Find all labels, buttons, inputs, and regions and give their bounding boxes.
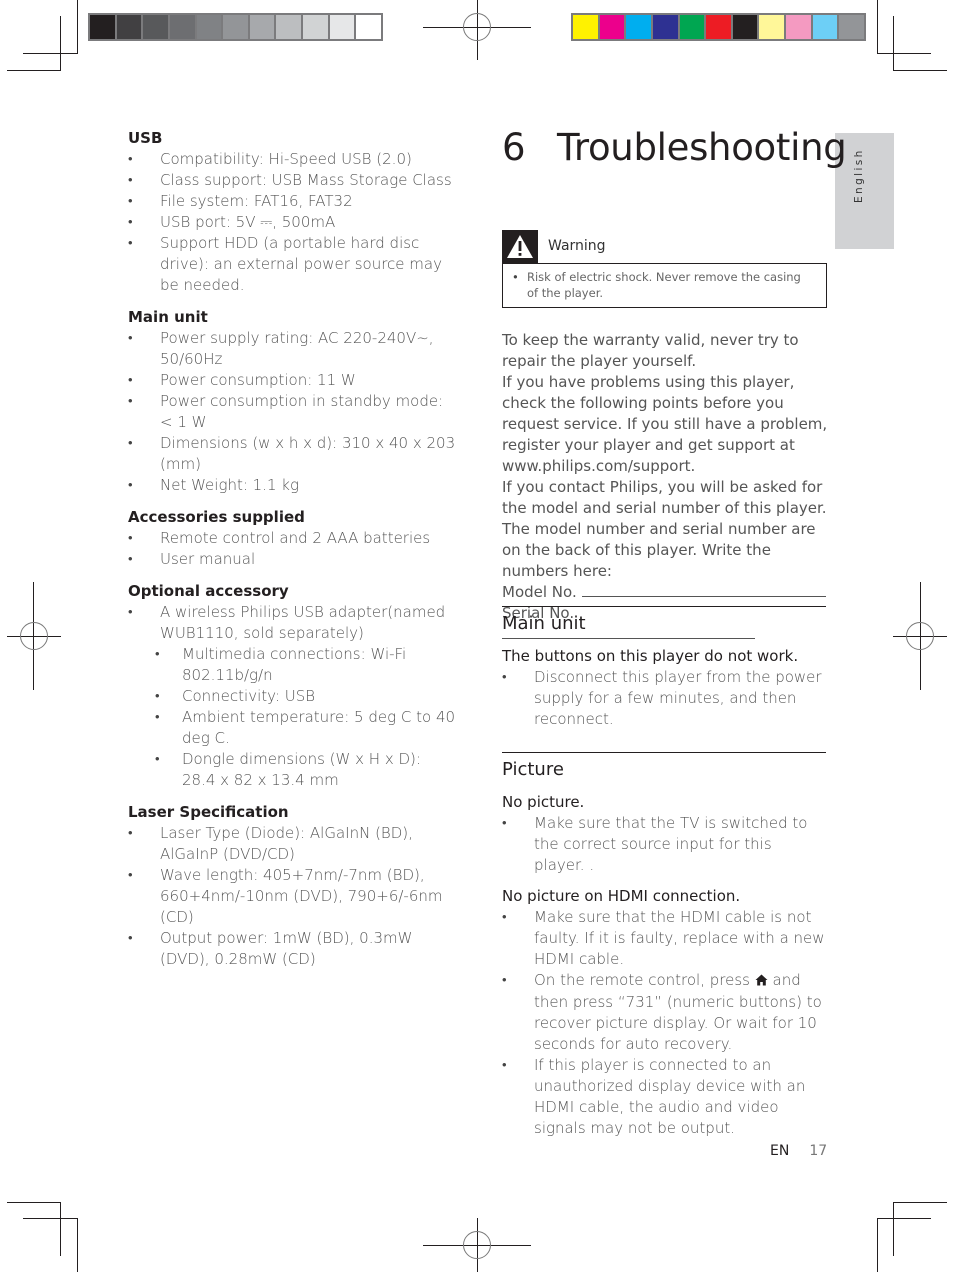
sub-list-item: Ambient temperature: 5 deg C to 40 deg C… <box>155 707 458 749</box>
list-item: Support HDD (a portable hard disc drive)… <box>128 233 458 296</box>
list-item: Power supply rating: AC 220-240V~, 50/60… <box>128 328 458 370</box>
language-tab-label: English <box>853 148 865 203</box>
specifications-column: USB Compatibility: Hi-Speed USB (2.0) Cl… <box>128 128 458 981</box>
gray-swatch-4 <box>196 15 222 39</box>
gray-swatch-10 <box>356 15 382 39</box>
color-swatch-5 <box>706 15 731 39</box>
color-swatch-4 <box>679 15 705 39</box>
chapter-name: Troubleshooting <box>557 126 847 169</box>
sub-list-item: Multimedia connections: Wi-Fi 802.11b/g/… <box>155 644 458 686</box>
paragraph: If you contact Philips, you will be aske… <box>502 478 827 580</box>
grayscale-bar <box>88 13 383 41</box>
model-number-field: Model No. <box>502 582 828 603</box>
section-heading: Picture <box>502 759 564 780</box>
color-swatch-7 <box>759 15 785 39</box>
solution-item: Make sure that the HDMI cable is not fau… <box>502 907 826 970</box>
problem-title: No picture. <box>502 793 585 811</box>
gray-swatch-2 <box>143 15 168 39</box>
gray-swatch-5 <box>223 15 248 39</box>
page-footer: EN 17 <box>770 1143 827 1159</box>
list-item: Remote control and 2 AAA batteries <box>128 528 458 549</box>
list-item: Net Weight: 1.1 kg <box>128 475 458 496</box>
list-item: Compatibility: Hi-Speed USB (2.0) <box>128 149 458 170</box>
list-item: A wireless Philips USB adapter(named WUB… <box>128 602 458 644</box>
gray-swatch-7 <box>276 15 302 39</box>
warning-box: Warning Risk of electric shock. Never re… <box>502 230 827 308</box>
optional-accessory-specs: Optional accessory A wireless Philips US… <box>128 581 458 791</box>
model-number-blank <box>581 582 826 597</box>
list-item: File system: FAT16, FAT32 <box>128 191 458 212</box>
accessories-specs: Accessories supplied Remote control and … <box>128 507 458 570</box>
list-item: Class support: USB Mass Storage Class <box>128 170 458 191</box>
solution-item: Disconnect this player from the power su… <box>502 667 826 730</box>
troubleshooting-picture: Picture No picture. Make sure that the T… <box>502 752 826 1149</box>
intro-text: To keep the warranty valid, never try to… <box>502 330 828 645</box>
solution-item: If this player is connected to an unauth… <box>502 1055 826 1139</box>
model-number-label: Model No. <box>502 583 577 601</box>
gray-swatch-0 <box>90 15 115 39</box>
color-swatch-2 <box>626 15 651 39</box>
list-item: Power consumption in standby mode: < 1 W <box>128 391 458 433</box>
list-item: Laser Type (Diode): AlGaInN (BD), AlGaIn… <box>128 823 458 865</box>
gray-swatch-1 <box>116 15 142 39</box>
gray-swatch-3 <box>169 15 195 39</box>
problem-title: No picture on HDMI connection. <box>502 887 741 905</box>
color-swatch-1 <box>599 15 625 39</box>
list-item: Dimensions (w x h x d): 310 x 40 x 203 (… <box>128 433 458 475</box>
troubleshooting-main-unit: Main unit The buttons on this player do … <box>502 606 826 740</box>
color-swatch-3 <box>652 15 678 39</box>
gray-swatch-6 <box>249 15 275 39</box>
color-swatch-0 <box>573 15 598 39</box>
solution-item: Make sure that the TV is switched to the… <box>502 813 826 876</box>
color-bar <box>571 13 866 41</box>
sub-list-item: Dongle dimensions (W x H x D): 28.4 x 82… <box>155 749 458 791</box>
main-unit-specs: Main unit Power supply rating: AC 220-24… <box>128 307 458 496</box>
list-item: Wave length: 405+7nm/-7nm (BD), 660+4nm/… <box>128 865 458 928</box>
sub-list-item: Connectivity: USB <box>155 686 458 707</box>
color-swatch-9 <box>812 15 838 39</box>
gray-swatch-8 <box>303 15 328 39</box>
page-number: 17 <box>809 1143 828 1159</box>
section-title: Optional accessory <box>128 582 289 600</box>
home-icon <box>755 971 768 992</box>
warning-label: Warning <box>548 238 606 254</box>
gray-swatch-9 <box>329 15 355 39</box>
section-title: Laser Specification <box>128 803 289 821</box>
color-swatch-10 <box>839 15 865 39</box>
section-title: USB <box>128 129 163 147</box>
usb-specs: USB Compatibility: Hi-Speed USB (2.0) Cl… <box>128 128 458 296</box>
chapter-header: 6 Troubleshooting <box>502 120 847 176</box>
laser-specs: Laser Specification Laser Type (Diode): … <box>128 802 458 970</box>
list-item: User manual <box>128 549 458 570</box>
list-item: Output power: 1mW (BD), 0.3mW (DVD), 0.2… <box>128 928 458 970</box>
section-title: Main unit <box>128 308 208 326</box>
paragraph: If you have problems using this player, … <box>502 373 828 475</box>
solution-text: On the remote control, press <box>534 971 750 989</box>
section-heading: Main unit <box>502 613 586 634</box>
list-item: USB port: 5V ⎓, 500mA <box>128 212 458 233</box>
warning-text: Risk of electric shock. Never remove the… <box>502 263 827 308</box>
solution-item-remote: On the remote control, press and then pr… <box>502 970 826 1055</box>
section-title: Accessories supplied <box>128 508 305 526</box>
warning-triangle-icon <box>502 230 538 263</box>
chapter-title: 6 Troubleshooting <box>502 120 847 176</box>
problem-title: The buttons on this player do not work. <box>502 647 799 665</box>
language-code: EN <box>770 1143 790 1159</box>
chapter-number: 6 <box>502 126 526 169</box>
list-item: Power consumption: 11 W <box>128 370 458 391</box>
paragraph: To keep the warranty valid, never try to… <box>502 331 799 370</box>
color-swatch-6 <box>732 15 758 39</box>
color-swatch-8 <box>786 15 811 39</box>
